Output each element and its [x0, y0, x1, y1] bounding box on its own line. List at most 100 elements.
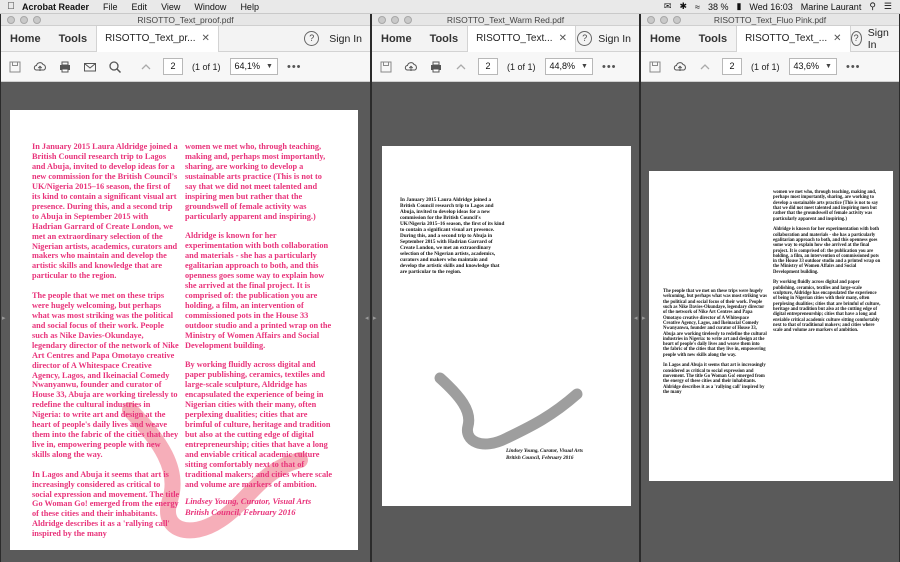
page-number-input[interactable]: 2: [478, 58, 498, 75]
window-warm-red: RISOTTO_Text_Warm Red.pdf Home Tools RIS…: [371, 14, 640, 562]
more-tools-icon[interactable]: •••: [287, 61, 302, 73]
help-icon[interactable]: ?: [850, 31, 862, 46]
toolbar: 2 (1 of 1) 43,6% ▼ •••: [641, 52, 899, 82]
page-count: (1 of 1): [192, 61, 221, 72]
document-tab-label: RISOTTO_Text...: [476, 32, 553, 44]
help-icon[interactable]: ?: [304, 31, 320, 46]
zoom-select[interactable]: 43,6% ▼: [788, 58, 837, 75]
home-tab[interactable]: Home: [372, 26, 421, 52]
left-pane-grip-icon[interactable]: ▸: [373, 314, 377, 324]
bluetooth-icon[interactable]: ✱: [679, 1, 687, 12]
mail-icon[interactable]: ✉: [664, 1, 672, 12]
menu-edit[interactable]: Edit: [132, 2, 148, 12]
tools-tab[interactable]: Tools: [50, 26, 97, 52]
zoom-select[interactable]: 64,1% ▼: [229, 58, 278, 75]
paragraph: In January 2015 Laura Aldridge joined a …: [400, 197, 505, 275]
document-tab[interactable]: RISOTTO_Text_pr... ✕: [96, 25, 219, 52]
left-text-column: In January 2015 Laura Aldridge joined a …: [400, 197, 505, 282]
signature-date: British Council, February 2016: [506, 454, 574, 461]
chevron-down-icon: ▼: [825, 63, 832, 70]
left-pane-grip-icon[interactable]: ▸: [642, 314, 646, 324]
home-tab[interactable]: Home: [641, 26, 690, 52]
email-icon[interactable]: [82, 59, 98, 75]
left-pane-grip-icon[interactable]: ▸: [2, 314, 6, 324]
page-count: (1 of 1): [751, 61, 780, 72]
window-title: RISOTTO_Text_Fluo Pink.pdf: [713, 15, 827, 25]
window-title: RISOTTO_Text_proof.pdf: [137, 15, 234, 25]
save-icon[interactable]: [647, 59, 663, 75]
battery-percent[interactable]: 38 %: [708, 2, 729, 12]
home-tab[interactable]: Home: [1, 26, 50, 52]
menu-view[interactable]: View: [161, 2, 180, 12]
tabbar: Home Tools RISOTTO_Text... ✕ ? Sign In: [372, 25, 639, 52]
apple-icon[interactable]: : [0, 1, 22, 12]
toolbar: 2 (1 of 1) 44,8% ▼ •••: [372, 52, 639, 82]
right-text-column: women we met who, through teaching, maki…: [185, 142, 335, 499]
page-number-input[interactable]: 2: [163, 58, 183, 75]
paragraph: Aldridge is known for her experimentatio…: [773, 227, 881, 275]
pdf-page: In January 2015 Laura Aldridge joined a …: [382, 146, 631, 506]
battery-icon[interactable]: ▮: [736, 1, 741, 12]
user-name[interactable]: Marine Laurant: [801, 2, 862, 12]
window-fluo-pink: RISOTTO_Text_Fluo Pink.pdf Home Tools RI…: [640, 14, 900, 562]
chevron-down-icon: ▼: [266, 63, 273, 70]
signature-name: Lindsey Young, Curator, Visual Arts: [506, 448, 583, 454]
search-icon[interactable]: [107, 59, 123, 75]
save-icon[interactable]: [378, 59, 394, 75]
titlebar: RISOTTO_Text_Warm Red.pdf: [372, 14, 639, 26]
sign-in-button[interactable]: Sign In: [868, 27, 891, 51]
paragraph: In Lagos and Abuja it seems that art is …: [32, 469, 180, 539]
paragraph: In Lagos and Abuja it seems that art is …: [663, 363, 766, 396]
close-tab-icon[interactable]: ✕: [559, 26, 567, 52]
menu-file[interactable]: File: [103, 2, 118, 12]
more-tools-icon[interactable]: •••: [846, 61, 861, 73]
right-pane-grip-icon[interactable]: ◂: [634, 314, 638, 324]
tools-tab[interactable]: Tools: [690, 26, 737, 52]
save-icon[interactable]: [7, 59, 23, 75]
document-tab-label: RISOTTO_Text_...: [745, 32, 828, 44]
cloud-upload-icon[interactable]: [672, 59, 688, 75]
app-name[interactable]: Acrobat Reader: [22, 2, 89, 12]
more-tools-icon[interactable]: •••: [602, 61, 617, 73]
tabbar: Home Tools RISOTTO_Text_... ✕ ? Sign In: [641, 25, 899, 52]
zoom-value: 43,6%: [793, 61, 820, 71]
print-icon[interactable]: [428, 59, 444, 75]
signature-date: British Council, February 2016: [185, 506, 296, 517]
tools-tab[interactable]: Tools: [421, 26, 468, 52]
chevron-down-icon: ▼: [581, 63, 588, 70]
wifi-icon[interactable]: ≈: [695, 2, 700, 12]
list-icon[interactable]: ☰: [884, 1, 892, 12]
signature: Lindsey Young, Curator, Visual Arts Brit…: [185, 496, 311, 517]
menu-window[interactable]: Window: [194, 2, 226, 12]
zoom-select[interactable]: 44,8% ▼: [544, 58, 593, 75]
close-tab-icon[interactable]: ✕: [201, 26, 209, 52]
page-number-input[interactable]: 2: [722, 58, 742, 75]
clock[interactable]: Wed 16:03: [749, 2, 792, 12]
sign-in-button[interactable]: Sign In: [598, 33, 631, 45]
window-title: RISOTTO_Text_Warm Red.pdf: [446, 15, 565, 25]
tabbar: Home Tools RISOTTO_Text_pr... ✕ ? Sign In: [1, 25, 370, 52]
menu-help[interactable]: Help: [240, 2, 259, 12]
page-count: (1 of 1): [507, 61, 536, 72]
toolbar: 2 (1 of 1) 64,1% ▼ •••: [1, 52, 370, 82]
search-icon[interactable]: ⚲: [869, 1, 876, 12]
document-tab[interactable]: RISOTTO_Text... ✕: [467, 25, 576, 52]
paragraph: The people that we met on these trips we…: [32, 290, 179, 460]
cloud-upload-icon[interactable]: [403, 59, 419, 75]
close-tab-icon[interactable]: ✕: [833, 26, 841, 52]
print-icon[interactable]: [57, 59, 73, 75]
sign-in-button[interactable]: Sign In: [329, 33, 362, 45]
help-icon[interactable]: ?: [577, 31, 593, 46]
right-pane-grip-icon[interactable]: ◂: [365, 314, 369, 324]
titlebar: RISOTTO_Text_proof.pdf: [1, 14, 370, 26]
paragraph: Aldridge is known for her experimentatio…: [185, 231, 332, 350]
left-text-column: In January 2015 Laura Aldridge joined a …: [32, 142, 180, 549]
paragraph: By working fluidly across digital and pa…: [185, 360, 333, 489]
zoom-value: 44,8%: [549, 61, 576, 71]
cloud-upload-icon[interactable]: [32, 59, 48, 75]
page-up-icon[interactable]: [697, 59, 713, 75]
document-tab[interactable]: RISOTTO_Text_... ✕: [736, 25, 851, 52]
page-up-icon[interactable]: [138, 59, 154, 75]
page-up-icon[interactable]: [453, 59, 469, 75]
window-proof: RISOTTO_Text_proof.pdf Home Tools RISOTT…: [0, 14, 371, 562]
